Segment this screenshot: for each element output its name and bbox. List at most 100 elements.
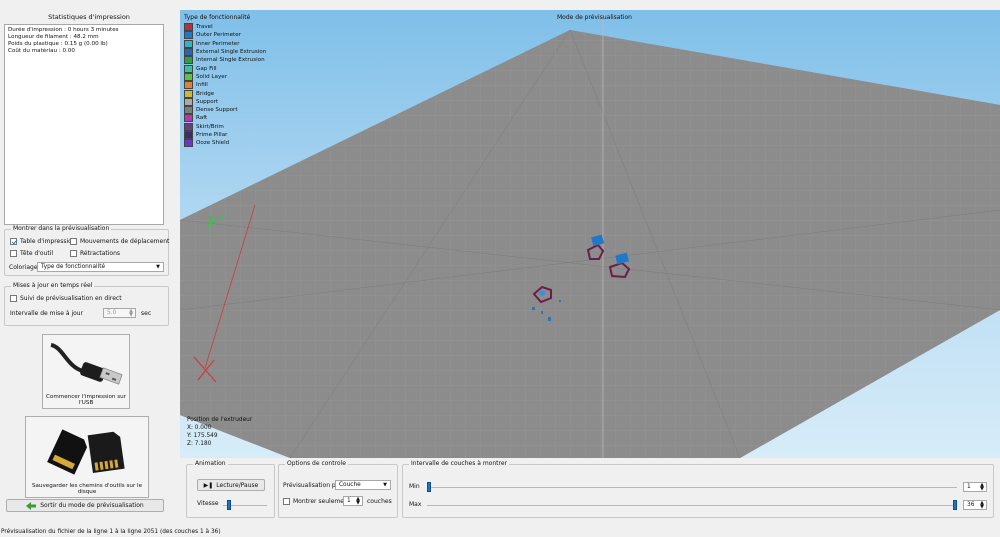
live-updates-group: Mises à jour en temps réel Suivi de prév…: [4, 282, 169, 326]
feature-type-legend: Type de fonctionnalité Travel Outer Perim…: [184, 14, 266, 148]
show-only-checkbox[interactable]: Montrer seulement: [283, 498, 350, 505]
control-options-group: Options de controle Prévisualisation par…: [278, 460, 398, 518]
spin-arrows-icon: ▲ ▼: [980, 482, 984, 492]
preview-by-value: Couche: [339, 482, 361, 488]
legend-swatch: [184, 72, 193, 81]
stat-material-cost: Coût du matériau : 0.00: [8, 48, 75, 54]
max-layer-spinbox[interactable]: 36 ▲ ▼: [963, 500, 987, 510]
live-follow-checkbox[interactable]: Suivi de prévisualisation en direct: [10, 295, 122, 302]
tool-head-checkbox[interactable]: Tête d'outil: [10, 250, 53, 257]
preview-by-label: Prévisualisation par: [283, 482, 342, 489]
usb-cable-icon: [50, 343, 123, 385]
max-layer-slider-handle[interactable]: [953, 500, 957, 510]
max-label: Max: [409, 501, 422, 508]
legend-swatch: [184, 139, 193, 148]
legend-label: Prime Pillar: [196, 132, 228, 138]
exit-preview-label: Sortir du mode de prévisualisation: [40, 502, 144, 509]
checkbox-icon: [70, 250, 77, 257]
stat-filament-length: Longueur de filament : 48.2 mm: [8, 34, 99, 40]
legend-swatch: [184, 131, 193, 139]
legend-label: Support: [196, 98, 219, 105]
print-bed-label: Table d'impression: [20, 238, 76, 245]
sd-card-icon: [47, 429, 125, 475]
travel-moves-checkbox[interactable]: Mouvements de déplacement: [70, 238, 169, 245]
bottom-controls: Animation ▶❚ Lecture/Pause Vitesse Optio…: [180, 459, 1000, 526]
legend-label: Bridge: [196, 90, 215, 97]
coloring-select-value: Type de fonctionnalité: [41, 264, 106, 270]
legend-swatch: [184, 31, 193, 40]
legend-item: Bridge: [184, 89, 266, 98]
update-interval-spinbox[interactable]: 5.0 ▲ ▼: [103, 308, 136, 318]
legend-item: Ooze Shield: [184, 139, 266, 148]
checkbox-checked-icon: [10, 238, 17, 245]
usb-print-button[interactable]: Commencer l'impression sur l'USB: [42, 334, 130, 409]
preview-by-select[interactable]: Couche ▼: [335, 480, 391, 490]
legend-label: Ooze Shield: [196, 140, 230, 147]
coloring-select[interactable]: Type de fonctionnalité ▼: [37, 262, 164, 272]
legend-swatch: [184, 23, 193, 32]
legend-label: Skirt/Brim: [196, 123, 224, 130]
min-layer-slider-handle[interactable]: [427, 482, 431, 492]
min-layer-spinbox[interactable]: 1 ▲ ▼: [963, 482, 987, 492]
left-panel: Statistiques d'impression Durée d'impres…: [0, 10, 178, 526]
checkbox-icon: [10, 295, 17, 302]
legend-item: Dense Support: [184, 106, 266, 115]
retractions-checkbox[interactable]: Rétractations: [70, 250, 120, 257]
play-pause-icon: ▶❚: [203, 481, 214, 489]
status-bar: Prévisualisation du fichier de la ligne …: [1, 529, 221, 535]
show-only-spinbox[interactable]: 1 ▲ ▼: [343, 496, 363, 506]
legend-label: Dense Support: [196, 107, 238, 114]
legend-label: Gap Fill: [196, 65, 217, 72]
back-arrow-icon: [26, 501, 37, 510]
coloring-label: Coloriage: [9, 264, 38, 271]
legend-item: External Single Extrusion: [184, 48, 266, 57]
legend-label: Internal Single Extrusion: [196, 57, 265, 64]
print-bed-grid: [180, 15, 1000, 458]
travel-moves-label: Mouvements de déplacement: [80, 238, 170, 245]
stat-print-time: Durée d'impression : 0 hours 3 minutes: [8, 27, 119, 33]
update-interval-unit: sec: [141, 310, 152, 317]
show-in-preview-title: Montrer dans la prévisualisation: [11, 225, 112, 232]
legend-title: Type de fonctionnalité: [184, 14, 251, 21]
show-in-preview-group: Montrer dans la prévisualisation Table d…: [4, 225, 169, 276]
legend-swatch: [184, 114, 193, 123]
legend-swatch: [184, 106, 193, 115]
legend-label: Outer Perimeter: [196, 32, 241, 39]
legend-label: Travel: [196, 24, 213, 31]
legend-swatch: [184, 81, 193, 90]
legend-item: Outer Perimeter: [184, 31, 266, 40]
extruder-x: X: 0.000: [187, 425, 212, 431]
legend-label: Solid Layer: [196, 73, 228, 80]
legend-swatch: [184, 56, 193, 65]
live-updates-title: Mises à jour en temps réel: [11, 282, 95, 289]
legend-item: Skirt/Brim: [184, 122, 266, 131]
extruder-position-title: Position de l'extrudeur: [187, 417, 253, 423]
stat-plastic-weight: Poids du plastique : 0.15 g (0.00 lb): [8, 41, 108, 47]
preview-viewport[interactable]: Type de fonctionnalité Travel Outer Perim…: [180, 10, 1000, 458]
show-only-unit: couches: [367, 498, 392, 505]
preview-mode-title: Mode de prévisualisation: [557, 14, 632, 21]
legend-item: Inner Perimeter: [184, 39, 266, 48]
legend-swatch: [184, 122, 193, 131]
legend-item: Support: [184, 97, 266, 106]
animation-group: Animation ▶❚ Lecture/Pause Vitesse: [186, 460, 275, 518]
min-layer-slider-track[interactable]: [427, 487, 957, 488]
save-toolpaths-button[interactable]: Sauvegarder les chemins d'outils sur le …: [25, 416, 149, 498]
layer-range-title: Intervalle de couches à montrer: [409, 460, 509, 467]
spin-arrows-icon: ▲ ▼: [129, 308, 133, 318]
checkbox-icon: [70, 238, 77, 245]
min-layer-value: 1: [967, 484, 971, 490]
play-pause-label: Lecture/Pause: [216, 481, 259, 489]
max-layer-value: 36: [967, 502, 975, 508]
max-layer-slider-track[interactable]: [427, 505, 957, 506]
legend-item: Solid Layer: [184, 72, 266, 81]
legend-swatch: [184, 39, 193, 48]
extruder-position: Position de l'extrudeur X: 0.000 Y: 175.…: [187, 416, 252, 448]
exit-preview-button[interactable]: Sortir du mode de prévisualisation: [6, 499, 164, 512]
min-label: Min: [409, 483, 420, 490]
play-pause-button[interactable]: ▶❚ Lecture/Pause: [197, 479, 265, 491]
print-bed-checkbox[interactable]: Table d'impression: [10, 238, 76, 245]
update-interval-label: Intervalle de mise à jour: [10, 310, 84, 317]
speed-slider-handle[interactable]: [227, 500, 231, 510]
checkbox-icon: [10, 250, 17, 257]
